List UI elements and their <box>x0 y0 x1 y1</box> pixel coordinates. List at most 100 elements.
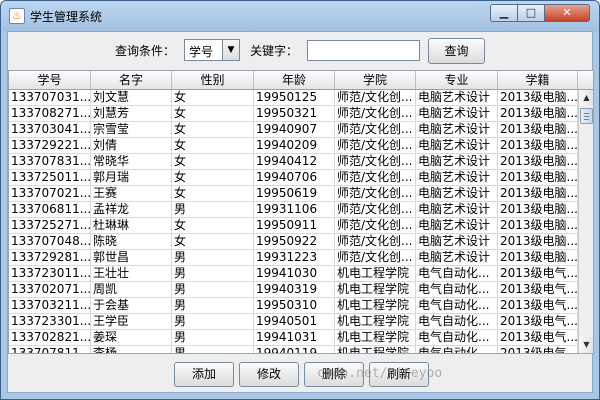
table-cell[interactable]: 133702821... <box>9 330 91 346</box>
table-row[interactable]: 133729221... 刘倩女 19940209 师范/文化创... 电脑艺术设计 20… <box>9 138 578 154</box>
table-cell[interactable]: 女 <box>172 122 254 138</box>
table-cell[interactable]: 电气自动化... <box>416 330 498 346</box>
table-cell[interactable]: 2013级电脑... <box>498 122 578 138</box>
table-cell[interactable]: 2013级电脑... <box>498 186 578 202</box>
table-cell[interactable]: 133703211... <box>9 298 91 314</box>
table-cell[interactable]: 师范/文化创... <box>335 154 416 170</box>
table-cell[interactable]: 女 <box>172 234 254 250</box>
table-cell[interactable]: 机电工程学院 <box>335 282 416 298</box>
table-cell[interactable]: 19950321 <box>254 106 335 122</box>
table-cell[interactable]: 于会基 <box>91 298 172 314</box>
table-row[interactable]: 133707031... 刘文慧女 19950125 师范/文化创... 电脑艺术设计 2… <box>9 90 578 106</box>
table-cell[interactable]: 男 <box>172 202 254 218</box>
table-cell[interactable]: 师范/文化创... <box>335 122 416 138</box>
table-cell[interactable]: 女 <box>172 154 254 170</box>
table-cell[interactable]: 19950125 <box>254 90 335 106</box>
keyword-input[interactable] <box>307 40 420 61</box>
table-cell[interactable]: 男 <box>172 346 254 353</box>
table-cell[interactable]: 133707021... <box>9 186 91 202</box>
table-cell[interactable]: 电气自动化... <box>416 266 498 282</box>
column-header[interactable]: 性别 <box>172 71 254 89</box>
table-cell[interactable]: 女 <box>172 186 254 202</box>
edit-button[interactable]: 修改 <box>239 362 299 387</box>
table-row[interactable]: 133706811... 孟祥龙男 19931106 师范/文化创... 电脑艺术设计 2… <box>9 202 578 218</box>
table-cell[interactable]: 19941031 <box>254 330 335 346</box>
table-cell[interactable]: 133707811... <box>9 346 91 353</box>
table-cell[interactable]: 师范/文化创... <box>335 138 416 154</box>
table-cell[interactable]: 机电工程学院 <box>335 330 416 346</box>
condition-select[interactable]: 学号 ▼ <box>184 39 240 61</box>
table-cell[interactable]: 2013级电脑... <box>498 106 578 122</box>
title-bar[interactable]: ♨ 学生管理系统 ▁ □ ✕ <box>1 1 599 31</box>
table-row[interactable]: 133707811... 李杨男 19940119 机电工程学院 电气自动化... 201… <box>9 346 578 353</box>
table-cell[interactable]: 女 <box>172 218 254 234</box>
table-cell[interactable]: 2013级电脑... <box>498 250 578 266</box>
table-cell[interactable]: 刘慧芳 <box>91 106 172 122</box>
table-cell[interactable]: 19950911 <box>254 218 335 234</box>
table-cell[interactable]: 133707031... <box>9 90 91 106</box>
table-cell[interactable]: 王壮壮 <box>91 266 172 282</box>
table-cell[interactable]: 女 <box>172 90 254 106</box>
table-cell[interactable]: 19940907 <box>254 122 335 138</box>
column-header[interactable]: 年龄 <box>254 71 335 89</box>
table-row[interactable]: 133702821... 姜琛男 19941031 机电工程学院 电气自动化... 201… <box>9 330 578 346</box>
table-cell[interactable]: 男 <box>172 298 254 314</box>
table-cell[interactable]: 周凯 <box>91 282 172 298</box>
table-cell[interactable]: 133702071... <box>9 282 91 298</box>
table-cell[interactable]: 133729281... <box>9 250 91 266</box>
table-cell[interactable]: 女 <box>172 106 254 122</box>
scrollbar-thumb[interactable] <box>580 108 593 124</box>
close-button[interactable]: ✕ <box>544 4 590 22</box>
table-cell[interactable]: 电气自动化... <box>416 282 498 298</box>
table-cell[interactable]: 19940412 <box>254 154 335 170</box>
table-row[interactable]: 133708271... 刘慧芳女 19950321 师范/文化创... 电脑艺术设计 2… <box>9 106 578 122</box>
table-cell[interactable]: 19950619 <box>254 186 335 202</box>
table-cell[interactable]: 133707048... <box>9 234 91 250</box>
table-cell[interactable]: 19940209 <box>254 138 335 154</box>
table-cell[interactable]: 133707831... <box>9 154 91 170</box>
table-cell[interactable]: 电气自动化... <box>416 314 498 330</box>
table-cell[interactable]: 2013级电气... <box>498 346 578 353</box>
table-cell[interactable]: 机电工程学院 <box>335 298 416 314</box>
table-cell[interactable]: 孟祥龙 <box>91 202 172 218</box>
table-row[interactable]: 133703211... 于会基男 19950310 机电工程学院 电气自动化... 20… <box>9 298 578 314</box>
table-cell[interactable]: 王赛 <box>91 186 172 202</box>
table-cell[interactable]: 机电工程学院 <box>335 346 416 353</box>
table-cell[interactable]: 刘倩 <box>91 138 172 154</box>
column-header[interactable]: 学籍 <box>498 71 578 89</box>
table-cell[interactable]: 电脑艺术设计 <box>416 250 498 266</box>
table-cell[interactable]: 男 <box>172 250 254 266</box>
table-cell[interactable]: 133725011... <box>9 170 91 186</box>
column-header[interactable]: 专业 <box>416 71 498 89</box>
table-cell[interactable]: 2013级电气... <box>498 282 578 298</box>
column-header[interactable]: 学号 <box>9 71 91 89</box>
table-cell[interactable]: 电脑艺术设计 <box>416 234 498 250</box>
table-cell[interactable]: 133708271... <box>9 106 91 122</box>
table-row[interactable]: 133723011... 王壮壮男 19941030 机电工程学院 电气自动化... 20… <box>9 266 578 282</box>
table-cell[interactable]: 电脑艺术设计 <box>416 202 498 218</box>
table-cell[interactable]: 19931223 <box>254 250 335 266</box>
table-cell[interactable]: 133729221... <box>9 138 91 154</box>
table-cell[interactable]: 郭月瑞 <box>91 170 172 186</box>
chevron-down-icon[interactable]: ▼ <box>222 40 239 60</box>
table-cell[interactable]: 2013级电气... <box>498 314 578 330</box>
table-cell[interactable]: 19940319 <box>254 282 335 298</box>
vertical-scrollbar[interactable]: ▲ ▼ <box>578 90 593 353</box>
table-cell[interactable]: 师范/文化创... <box>335 202 416 218</box>
table-row[interactable]: 133703041... 宗雪莹女 19940907 师范/文化创... 电脑艺术设计 2… <box>9 122 578 138</box>
table-cell[interactable]: 19941030 <box>254 266 335 282</box>
add-button[interactable]: 添加 <box>174 362 234 387</box>
table-row[interactable]: 133723301... 王学臣男 19940501 机电工程学院 电气自动化... 20… <box>9 314 578 330</box>
table-cell[interactable]: 2013级电脑... <box>498 234 578 250</box>
table-cell[interactable]: 师范/文化创... <box>335 170 416 186</box>
table-cell[interactable]: 2013级电脑... <box>498 138 578 154</box>
table-cell[interactable]: 宗雪莹 <box>91 122 172 138</box>
table-row[interactable]: 133725271... 杜琳琳女 19950911 师范/文化创... 电脑艺术设计 2… <box>9 218 578 234</box>
table-cell[interactable]: 电脑艺术设计 <box>416 170 498 186</box>
table-cell[interactable]: 郭世昌 <box>91 250 172 266</box>
table-cell[interactable]: 男 <box>172 266 254 282</box>
scroll-up-icon[interactable]: ▲ <box>579 90 593 106</box>
table-cell[interactable]: 男 <box>172 314 254 330</box>
table-cell[interactable]: 2013级电脑... <box>498 170 578 186</box>
table-row[interactable]: 133725011... 郭月瑞女 19940706 师范/文化创... 电脑艺术设计 2… <box>9 170 578 186</box>
